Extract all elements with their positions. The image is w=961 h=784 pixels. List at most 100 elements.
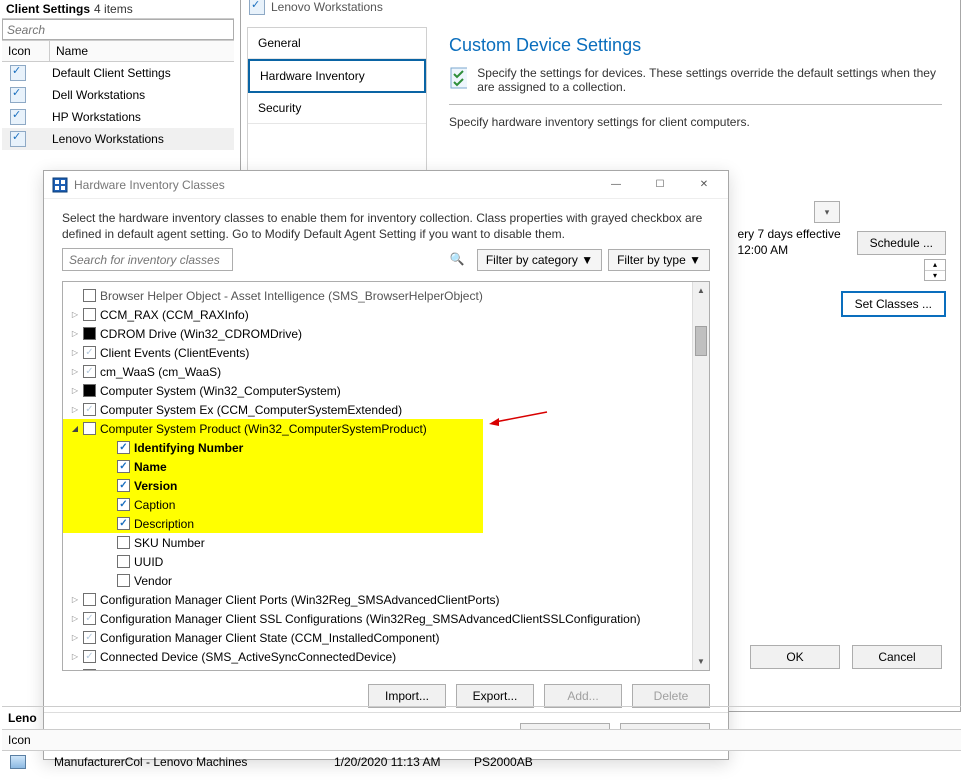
expand-toggle-icon[interactable] — [69, 651, 81, 662]
list-item[interactable]: HP Workstations — [2, 106, 234, 128]
tree-class-row[interactable]: Configuration Manager Client Ports (Win3… — [63, 590, 709, 609]
set-classes-button[interactable]: Set Classes ... — [841, 291, 946, 317]
inventory-icon — [52, 177, 68, 193]
list-item[interactable]: Lenovo Workstations — [2, 128, 234, 150]
cancel-button[interactable]: Cancel — [852, 645, 942, 669]
delete-button[interactable]: Delete — [632, 684, 710, 708]
checkbox[interactable] — [83, 365, 96, 378]
checkbox[interactable] — [83, 308, 96, 321]
checkbox[interactable] — [117, 479, 130, 492]
checkbox[interactable] — [83, 422, 96, 435]
checkbox[interactable] — [83, 631, 96, 644]
tree-item-label: Connected Device (SMS_ActiveSyncConnecte… — [100, 650, 396, 664]
scrollbar[interactable]: ▲ ▼ — [692, 282, 709, 670]
expand-toggle-icon[interactable] — [69, 309, 81, 320]
expand-toggle-icon[interactable] — [69, 613, 81, 624]
list-item[interactable]: Default Client Settings — [2, 62, 234, 84]
tree-class-row[interactable]: Default Browser (SMS_DefaultBrowser) — [63, 666, 709, 670]
schedule-button[interactable]: Schedule ... — [857, 231, 946, 255]
expand-toggle-icon[interactable] — [69, 328, 81, 339]
expand-toggle-icon[interactable] — [69, 347, 81, 358]
numeric-stepper[interactable]: ▴ ▾ — [924, 259, 946, 281]
filter-category-button[interactable]: Filter by category ▼ — [477, 249, 602, 271]
close-button[interactable]: ✕ — [682, 173, 726, 197]
client-settings-icon — [10, 109, 26, 125]
maximize-button[interactable]: ☐ — [638, 173, 682, 197]
tree-property-row[interactable]: SKU Number — [63, 533, 709, 552]
checkbox[interactable] — [117, 460, 130, 473]
filter-type-button[interactable]: Filter by type ▼ — [608, 249, 710, 271]
tree-class-row[interactable]: CCM_RAX (CCM_RAXInfo) — [63, 305, 709, 324]
table-row[interactable]: ManufacturerCol - Lenovo Machines 1/20/2… — [2, 751, 961, 773]
tree-class-row[interactable]: Connected Device (SMS_ActiveSyncConnecte… — [63, 647, 709, 666]
scroll-thumb[interactable] — [695, 326, 707, 356]
expand-toggle-icon[interactable] — [69, 632, 81, 643]
column-header-icon[interactable]: Icon — [2, 730, 54, 750]
column-header-date[interactable] — [334, 730, 474, 750]
tree-property-row[interactable]: UUID — [63, 552, 709, 571]
minimize-button[interactable]: — — [594, 173, 638, 197]
import-button[interactable]: Import... — [368, 684, 446, 708]
search-icon: 🔍 — [450, 252, 465, 266]
row-name: ManufacturerCol - Lenovo Machines — [54, 755, 334, 769]
checkbox[interactable] — [117, 441, 130, 454]
tree-property-row[interactable]: Caption — [63, 495, 483, 514]
tree-item-label: Identifying Number — [134, 441, 243, 455]
add-button[interactable]: Add... — [544, 684, 622, 708]
expand-toggle-icon[interactable] — [69, 385, 81, 396]
expand-toggle-icon[interactable] — [69, 594, 81, 605]
class-search-input[interactable] — [62, 248, 233, 271]
tree-class-row[interactable]: Computer System Ex (CCM_ComputerSystemEx… — [63, 400, 709, 419]
client-settings-icon — [10, 87, 26, 103]
column-header-name[interactable] — [54, 730, 334, 750]
checkbox[interactable] — [83, 612, 96, 625]
tree-item-label: SKU Number — [134, 536, 205, 550]
ok-button[interactable]: OK — [750, 645, 840, 669]
tree-property-row[interactable]: Identifying Number — [63, 438, 483, 457]
filter-row: 🔍 Filter by category ▼ Filter by type ▼ — [44, 248, 728, 277]
checkbox[interactable] — [83, 593, 96, 606]
checkbox[interactable] — [83, 289, 96, 302]
tree-class-row[interactable]: cm_WaaS (cm_WaaS) — [63, 362, 709, 381]
expand-toggle-icon[interactable] — [69, 423, 81, 434]
expand-toggle-icon[interactable] — [69, 366, 81, 377]
checkbox[interactable] — [83, 403, 96, 416]
dialog-title-bar[interactable]: Hardware Inventory Classes — ☐ ✕ — [44, 171, 728, 199]
tree-property-row[interactable]: Description — [63, 514, 483, 533]
checkbox[interactable] — [83, 650, 96, 663]
export-button[interactable]: Export... — [456, 684, 534, 708]
chevron-down-icon: ▾ — [925, 271, 945, 281]
tree-class-row[interactable]: Computer System Product (Win32_ComputerS… — [63, 419, 483, 438]
divider — [449, 104, 942, 105]
expand-toggle-icon[interactable] — [69, 404, 81, 415]
tree-class-row[interactable]: Client Events (ClientEvents) — [63, 343, 709, 362]
tree-item-label: Caption — [134, 498, 175, 512]
tree-property-row[interactable]: Version — [63, 476, 483, 495]
checkbox[interactable] — [83, 384, 96, 397]
tree-property-row[interactable]: Name — [63, 457, 483, 476]
tree-property-row[interactable]: Vendor — [63, 571, 709, 590]
tab-hardware-inventory[interactable]: Hardware Inventory — [248, 59, 426, 93]
checkbox[interactable] — [117, 517, 130, 530]
checkbox[interactable] — [117, 498, 130, 511]
tab-general[interactable]: General — [248, 28, 426, 59]
tree-class-row[interactable]: CDROM Drive (Win32_CDROMDrive) — [63, 324, 709, 343]
checkbox[interactable] — [83, 669, 96, 670]
list-item[interactable]: Dell Workstations — [2, 84, 234, 106]
column-header-icon[interactable]: Icon — [2, 41, 50, 61]
checkbox[interactable] — [83, 327, 96, 340]
tab-security[interactable]: Security — [248, 93, 426, 124]
hw-inventory-label: Specify hardware inventory settings for … — [449, 115, 942, 129]
tree-class-row[interactable]: Computer System (Win32_ComputerSystem) — [63, 381, 709, 400]
column-header-member[interactable] — [474, 730, 634, 750]
tree-class-row[interactable]: Browser Helper Object - Asset Intelligen… — [63, 286, 709, 305]
dropdown-button[interactable]: ▾ — [814, 201, 840, 223]
checkbox[interactable] — [83, 346, 96, 359]
checkbox[interactable] — [117, 574, 130, 587]
tree-class-row[interactable]: Configuration Manager Client SSL Configu… — [63, 609, 709, 628]
column-header-name[interactable]: Name — [50, 41, 234, 61]
checkbox[interactable] — [117, 555, 130, 568]
client-settings-search[interactable] — [2, 19, 234, 40]
tree-class-row[interactable]: Configuration Manager Client State (CCM_… — [63, 628, 709, 647]
checkbox[interactable] — [117, 536, 130, 549]
